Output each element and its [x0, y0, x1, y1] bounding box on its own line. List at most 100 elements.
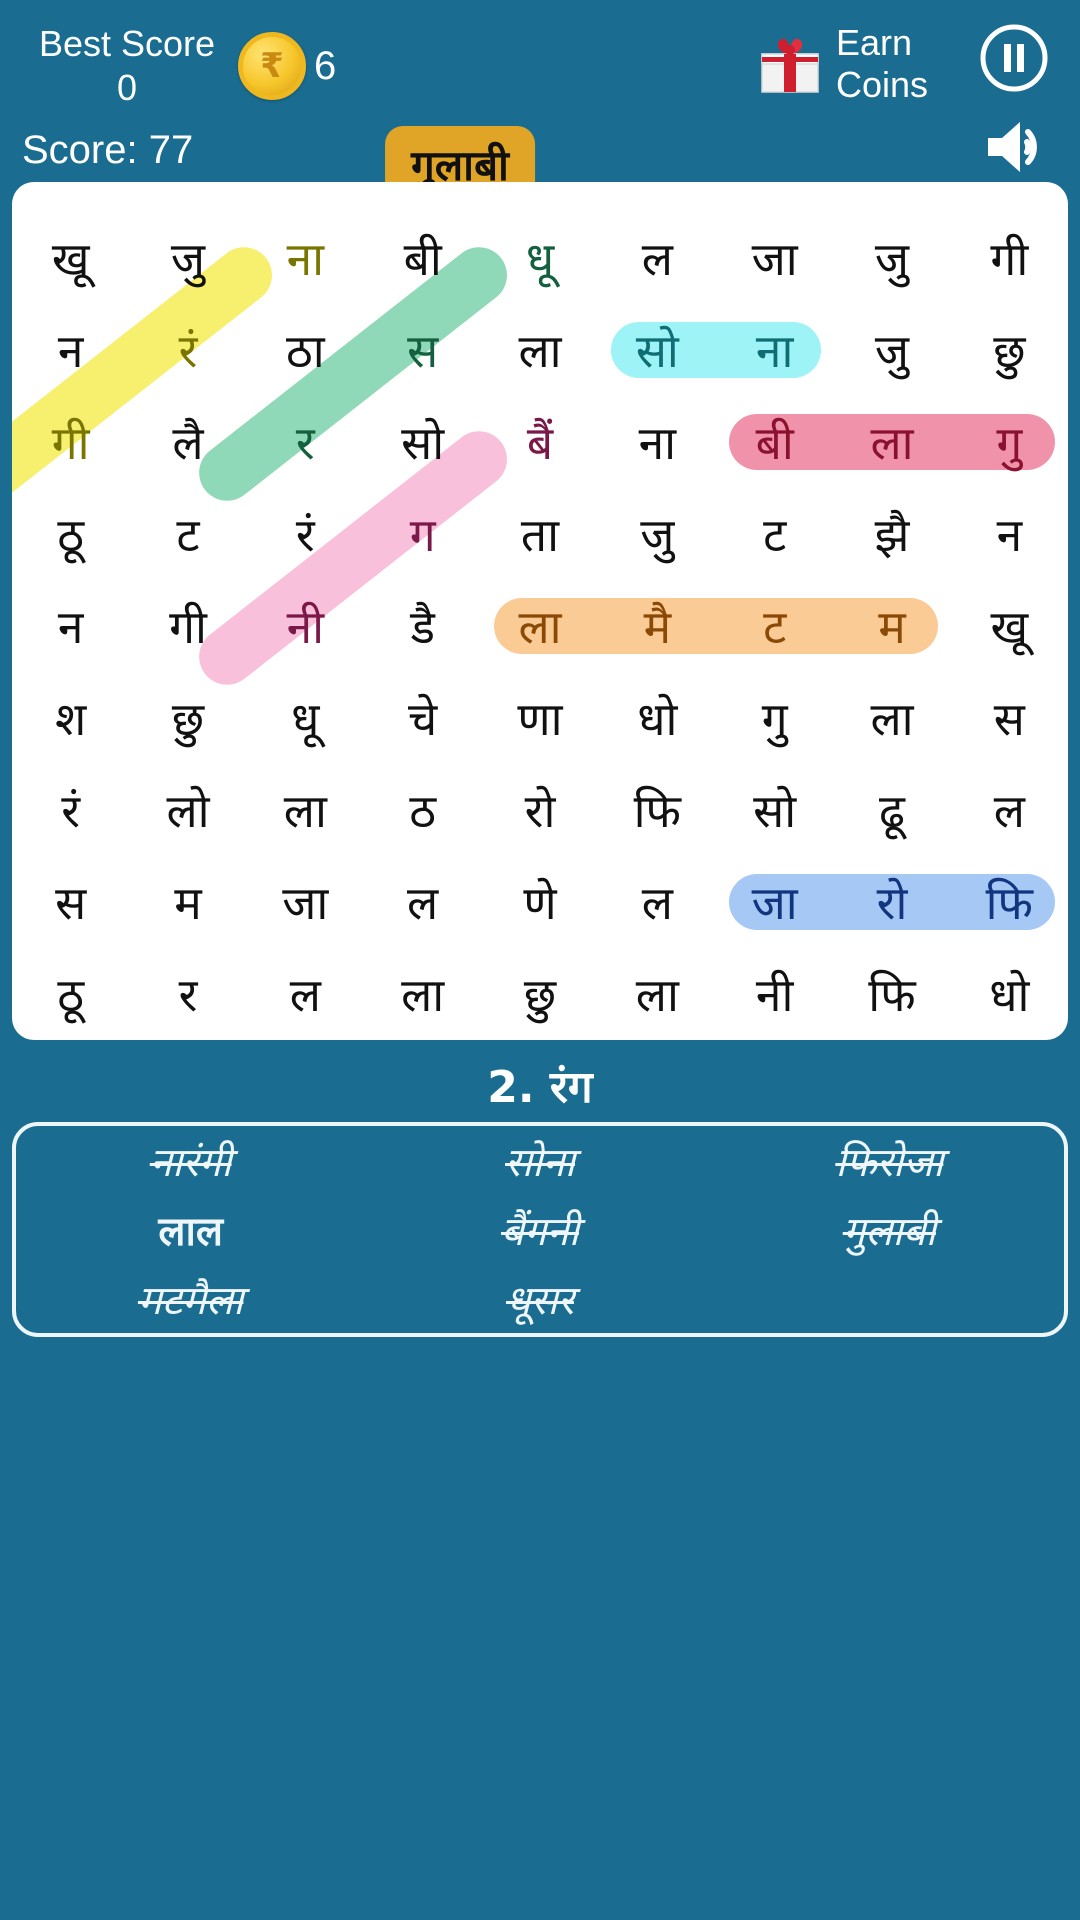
best-score-display: Best Score 0: [22, 22, 232, 110]
grid-cell[interactable]: ठू: [23, 948, 119, 1040]
coin-count: 6: [314, 44, 337, 88]
grid-cell[interactable]: गी: [23, 396, 119, 488]
grid-cell[interactable]: धो: [961, 948, 1057, 1040]
grid-cell[interactable]: ला: [609, 948, 705, 1040]
grid-cell[interactable]: लै: [140, 396, 236, 488]
grid-cell[interactable]: जु: [140, 212, 236, 304]
grid-cell[interactable]: ल: [375, 856, 471, 948]
grid-cell[interactable]: र: [257, 396, 353, 488]
grid-cell[interactable]: र: [140, 948, 236, 1040]
grid-cell[interactable]: रो: [492, 764, 588, 856]
grid-cell[interactable]: स: [375, 304, 471, 396]
grid-cell[interactable]: ना: [257, 212, 353, 304]
grid-cell[interactable]: गु: [727, 672, 823, 764]
grid-cell[interactable]: ट: [727, 488, 823, 580]
grid-cell[interactable]: जु: [609, 488, 705, 580]
grid-cell[interactable]: बी: [375, 212, 471, 304]
grid-cell[interactable]: न: [23, 580, 119, 672]
grid-cell[interactable]: ला: [492, 304, 588, 396]
grid-cell[interactable]: फि: [609, 764, 705, 856]
grid-cell[interactable]: छु: [492, 948, 588, 1040]
grid-cell[interactable]: ल: [961, 764, 1057, 856]
grid-cell[interactable]: सो: [727, 764, 823, 856]
grid-cell[interactable]: फि: [961, 856, 1057, 948]
grid-cell[interactable]: स: [961, 672, 1057, 764]
grid-cell[interactable]: बैं: [492, 396, 588, 488]
grid-cell[interactable]: छु: [140, 672, 236, 764]
grid-cell[interactable]: ना: [727, 304, 823, 396]
score-display: Score: 77: [22, 128, 194, 172]
word-search-grid-card[interactable]: खू जु ना बी धू ल जा जु गी न रं ठा स ला सो ना जु छु गी लै र सो…: [12, 182, 1068, 1040]
grid-cell[interactable]: खू: [23, 212, 119, 304]
word-list-title: 2. रंग: [487, 1062, 593, 1113]
grid-cell[interactable]: स: [23, 856, 119, 948]
grid-cell[interactable]: नी: [727, 948, 823, 1040]
sound-toggle-button[interactable]: [982, 116, 1050, 178]
grid-cell[interactable]: गु: [961, 396, 1057, 488]
grid-cell[interactable]: ठ: [375, 764, 471, 856]
earn-coins-line2: Coins: [835, 64, 928, 105]
letter-grid[interactable]: खू जु ना बी धू ल जा जु गी न रं ठा स ला सो ना जु छु गी लै र सो…: [12, 182, 1068, 1040]
grid-cell[interactable]: न: [23, 304, 119, 396]
grid-cell[interactable]: ता: [492, 488, 588, 580]
grid-cell[interactable]: रं: [140, 304, 236, 396]
grid-cell[interactable]: ना: [609, 396, 705, 488]
grid-cell[interactable]: ठा: [257, 304, 353, 396]
grid-cell[interactable]: गी: [961, 212, 1057, 304]
grid-cell[interactable]: गी: [140, 580, 236, 672]
grid-cell[interactable]: मै: [609, 580, 705, 672]
pause-button[interactable]: [978, 22, 1050, 94]
grid-cell[interactable]: म: [140, 856, 236, 948]
grid-cell[interactable]: जा: [257, 856, 353, 948]
grid-cell[interactable]: नी: [257, 580, 353, 672]
earn-coins-button[interactable]: Earn Coins: [754, 22, 928, 106]
grid-cell[interactable]: णे: [492, 856, 588, 948]
grid-cell[interactable]: रो: [844, 856, 940, 948]
grid-cell[interactable]: जा: [727, 856, 823, 948]
grid-cell[interactable]: लो: [140, 764, 236, 856]
grid-cell[interactable]: चे: [375, 672, 471, 764]
grid-cell[interactable]: ढू: [844, 764, 940, 856]
grid-cell[interactable]: डै: [375, 580, 471, 672]
grid-cell[interactable]: जु: [844, 212, 940, 304]
grid-cell[interactable]: ला: [492, 580, 588, 672]
grid-cell[interactable]: छु: [961, 304, 1057, 396]
grid-cell[interactable]: न: [961, 488, 1057, 580]
grid-cell[interactable]: धू: [492, 212, 588, 304]
grid-cell[interactable]: धो: [609, 672, 705, 764]
word-list-item: धूसर: [505, 1278, 574, 1324]
word-list-item: नारंगी: [149, 1140, 232, 1186]
grid-cell[interactable]: बी: [727, 396, 823, 488]
grid-cell[interactable]: ल: [609, 856, 705, 948]
grid-cell[interactable]: जु: [844, 304, 940, 396]
grid-cell[interactable]: फि: [844, 948, 940, 1040]
grid-cell[interactable]: ला: [375, 948, 471, 1040]
grid-cell[interactable]: ट: [140, 488, 236, 580]
best-score-label: Best Score: [38, 23, 216, 64]
grid-cell[interactable]: णा: [492, 672, 588, 764]
grid-cell[interactable]: ला: [844, 396, 940, 488]
grid-cell[interactable]: ला: [844, 672, 940, 764]
best-score-value: 0: [116, 67, 138, 108]
grid-cell[interactable]: रं: [257, 488, 353, 580]
grid-cell[interactable]: रं: [23, 764, 119, 856]
word-list-items: नारंगी सोना फिरोजा लाल बैंगनी गुलाबी मटमैला धूस…: [16, 1126, 1064, 1333]
grid-cell[interactable]: झै: [844, 488, 940, 580]
grid-cell[interactable]: सो: [375, 396, 471, 488]
coin-symbol: ₹: [260, 47, 284, 85]
grid-cell[interactable]: ल: [257, 948, 353, 1040]
grid-cell[interactable]: ग: [375, 488, 471, 580]
grid-cell[interactable]: सो: [609, 304, 705, 396]
word-list-panel: नारंगी सोना फिरोजा लाल बैंगनी गुलाबी मटमैला धूस…: [12, 1122, 1068, 1337]
coin-balance[interactable]: ₹ 6: [238, 32, 336, 100]
grid-cell[interactable]: ठू: [23, 488, 119, 580]
grid-cell[interactable]: ल: [609, 212, 705, 304]
grid-cell[interactable]: ट: [727, 580, 823, 672]
game-header: Best Score 0 ₹ 6 Score: 77 गुलाबी Earn C…: [0, 0, 1080, 203]
grid-cell[interactable]: श: [23, 672, 119, 764]
grid-cell[interactable]: जा: [727, 212, 823, 304]
grid-cell[interactable]: खू: [961, 580, 1057, 672]
grid-cell[interactable]: धू: [257, 672, 353, 764]
grid-cell[interactable]: म: [844, 580, 940, 672]
grid-cell[interactable]: ला: [257, 764, 353, 856]
